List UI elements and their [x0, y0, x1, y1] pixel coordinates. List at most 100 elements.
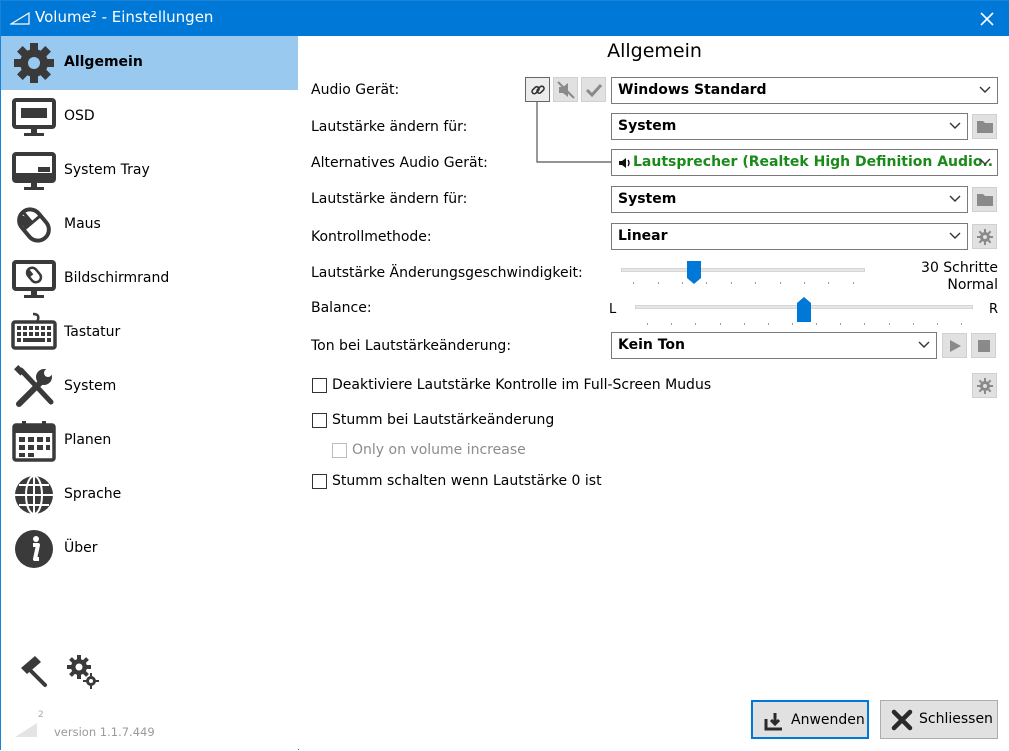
control-method-value: Linear	[618, 228, 668, 244]
sidebar-item-label: System	[64, 378, 117, 394]
window-title: Volume² - Einstellungen	[35, 8, 214, 26]
slider-tick	[816, 323, 818, 325]
audio-device-select[interactable]: Windows Standard	[611, 77, 998, 104]
sidebar-item-label: Über	[64, 540, 98, 556]
checkmark-icon	[585, 83, 602, 97]
sidebar-item-label: OSD	[64, 108, 95, 124]
sidebar-item-allgemein[interactable]: Allgemein	[1, 36, 298, 90]
mute-at-zero-checkbox-label[interactable]: Stumm schalten wenn Lautstärke 0 ist	[332, 473, 602, 489]
gear-icon	[14, 43, 54, 83]
chevron-down-icon	[949, 195, 961, 202]
slider-tick	[682, 282, 683, 284]
gear-icon	[976, 228, 993, 245]
mute-on-change-checkbox-label[interactable]: Stumm bei Lautstärkeänderung	[332, 412, 554, 428]
volume-for-select-1[interactable]: System	[611, 113, 968, 140]
volume-for-value-1: System	[618, 118, 677, 134]
chevron-down-icon	[979, 158, 991, 165]
chevron-down-icon	[949, 232, 961, 239]
sidebar-item-label: Bildschirmrand	[64, 270, 170, 286]
fullscreen-settings-button[interactable]	[972, 373, 997, 398]
speed-value: 30 Schritte	[921, 260, 998, 276]
volume-for-label-2: Lautstärke ändern für:	[311, 191, 468, 207]
sound-value: Kein Ton	[618, 337, 686, 353]
mute-device-button[interactable]	[553, 77, 578, 102]
control-method-settings-button[interactable]	[972, 224, 997, 249]
only-increase-checkbox[interactable]	[332, 443, 347, 458]
close-button[interactable]: Schliessen	[880, 700, 998, 739]
volume-triangle-icon	[10, 12, 30, 25]
audio-device-value: Windows Standard	[618, 82, 767, 98]
browse-folder-button-1[interactable]	[972, 114, 997, 139]
sidebar-item-tastatur[interactable]: Tastatur	[1, 306, 298, 360]
sidebar-item-label: System Tray	[64, 162, 150, 178]
speed-slider[interactable]	[617, 260, 869, 290]
tools-icon	[14, 365, 54, 407]
balance-label: Balance:	[311, 300, 372, 316]
alt-device-label: Alternatives Audio Gerät:	[311, 155, 488, 171]
slider-tick	[888, 323, 890, 325]
volume-for-label-1: Lautstärke ändern für:	[311, 119, 468, 135]
fullscreen-checkbox-label[interactable]: Deaktiviere Lautstärke Kontrolle im Full…	[332, 377, 711, 393]
speaker-muted-icon	[556, 80, 575, 99]
sidebar-item-label: Maus	[64, 216, 101, 232]
settings-window: Volume² - Einstellungen Allgemein OSD Sy…	[0, 0, 1009, 751]
sound-label: Ton bei Lautstärkeänderung:	[311, 338, 512, 354]
mute-on-change-checkbox[interactable]	[312, 413, 327, 428]
volume-for-select-2[interactable]: System	[611, 186, 968, 213]
folder-icon	[976, 121, 993, 133]
only-increase-checkbox-label[interactable]: Only on volume increase	[352, 442, 526, 458]
version-label: version 1.1.7.449	[54, 725, 155, 739]
audio-device-label: Audio Gerät:	[311, 82, 400, 98]
folder-icon	[976, 194, 993, 206]
slider-tick	[743, 323, 745, 325]
sidebar-item-label: Planen	[64, 432, 112, 448]
chevron-down-icon	[949, 122, 961, 129]
link-connector-line	[536, 102, 612, 163]
sound-select[interactable]: Kein Ton	[611, 332, 937, 359]
stop-icon	[977, 339, 990, 352]
sidebar-item-planen[interactable]: Planen	[1, 414, 298, 468]
slider-tick	[730, 282, 732, 284]
sidebar-item-maus[interactable]: Maus	[1, 198, 298, 252]
sidebar-item-uber[interactable]: Über	[1, 522, 298, 576]
balance-slider-thumb[interactable]	[797, 297, 811, 322]
sidebar-item-sprache[interactable]: Sprache	[1, 468, 298, 522]
paint-roller-icon[interactable]	[17, 654, 49, 688]
close-icon	[891, 709, 913, 731]
apply-button[interactable]: Anwenden	[751, 700, 869, 739]
volume-for-value-2: System	[618, 191, 677, 207]
slider-tick	[779, 282, 781, 284]
slider-tick	[706, 282, 708, 284]
slider-tick	[657, 282, 659, 284]
alt-device-select[interactable]: Lautsprecher (Realtek High Definition Au…	[611, 149, 998, 176]
slider-tick	[936, 323, 938, 325]
apply-icon	[764, 713, 782, 731]
slider-tick	[804, 282, 805, 284]
monitor-edge-icon	[12, 260, 56, 298]
speed-slider-track	[621, 268, 865, 272]
slider-tick	[647, 323, 649, 325]
balance-left-label: L	[609, 302, 617, 317]
play-sound-button[interactable]	[942, 333, 967, 358]
slider-tick	[864, 323, 866, 325]
settings-gears-icon[interactable]	[67, 655, 99, 689]
stop-sound-button[interactable]	[971, 333, 996, 358]
sidebar-item-bildschirmrand[interactable]: Bildschirmrand	[1, 252, 298, 306]
control-method-label: Kontrollmethode:	[311, 229, 432, 245]
browse-folder-button-2[interactable]	[972, 187, 997, 212]
sidebar-item-system-tray[interactable]: System Tray	[1, 144, 298, 198]
title-bar[interactable]: Volume² - Einstellungen	[1, 1, 1009, 36]
close-window-button[interactable]	[964, 1, 1009, 36]
sidebar-item-system[interactable]: System	[1, 360, 298, 414]
monitor-osd-icon	[12, 98, 56, 136]
balance-slider[interactable]	[631, 296, 977, 326]
link-device-button[interactable]	[525, 77, 550, 102]
mute-at-zero-checkbox[interactable]	[312, 474, 327, 489]
confirm-device-button[interactable]	[581, 77, 606, 102]
control-method-select[interactable]: Linear	[611, 223, 968, 250]
speed-slider-thumb[interactable]	[687, 261, 702, 285]
slider-tick	[852, 282, 854, 284]
link-icon	[530, 84, 545, 95]
sidebar-item-osd[interactable]: OSD	[1, 90, 298, 144]
fullscreen-checkbox[interactable]	[312, 378, 327, 393]
